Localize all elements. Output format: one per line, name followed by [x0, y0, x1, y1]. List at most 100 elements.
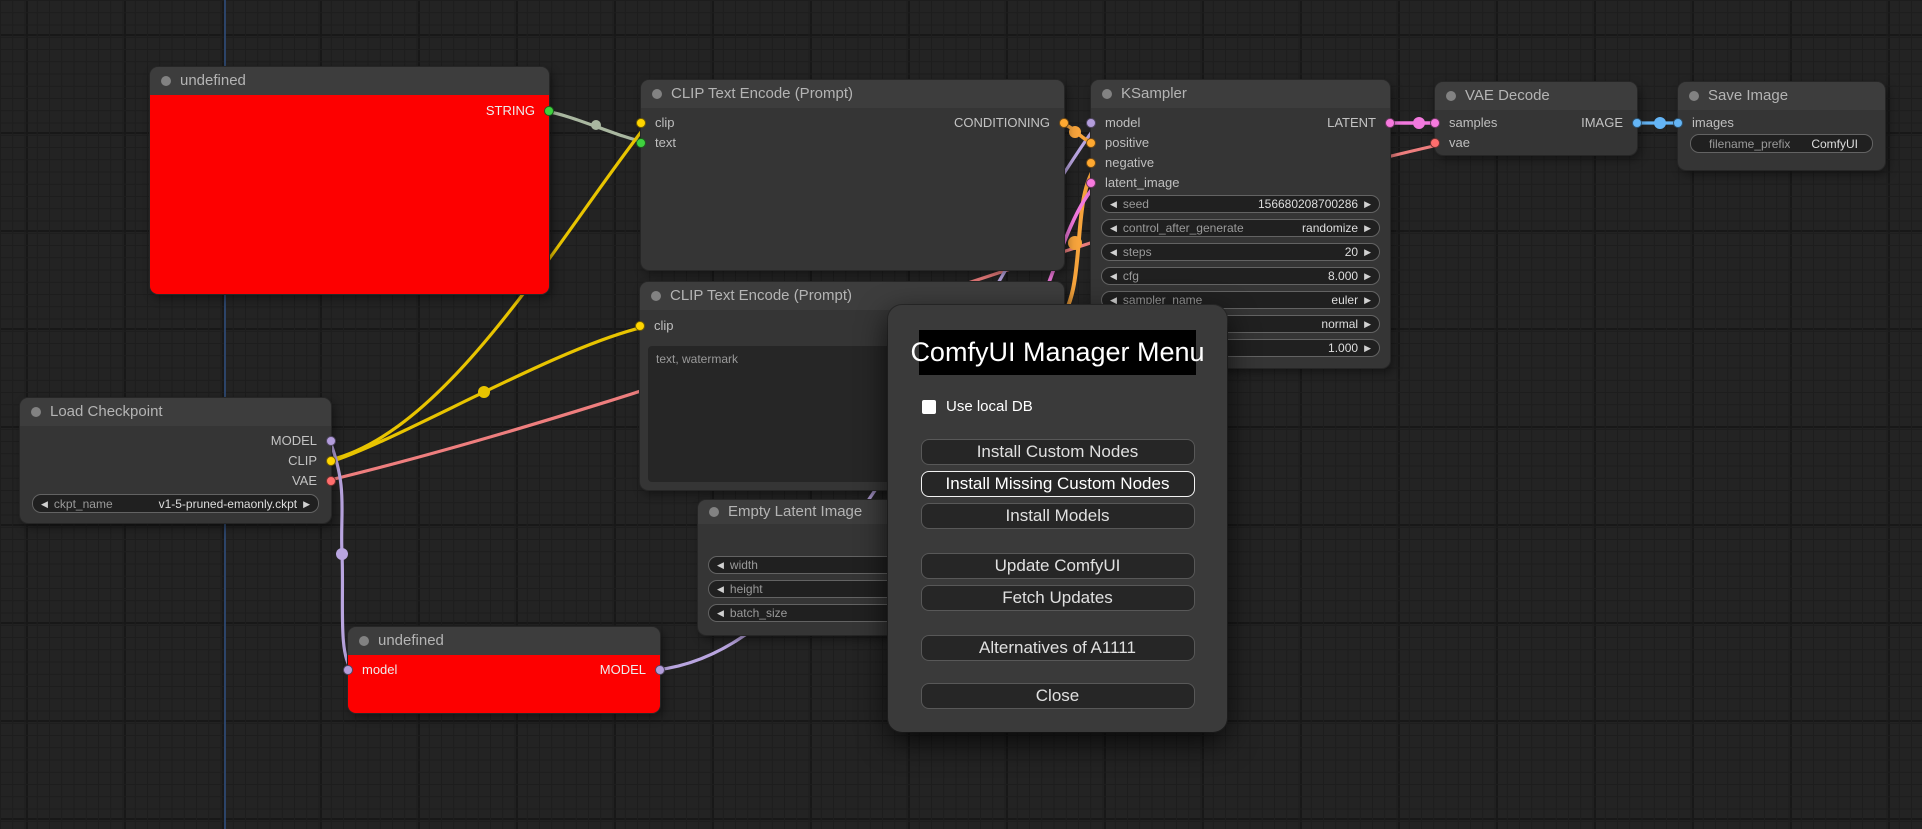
- clip-output-slot[interactable]: [326, 456, 336, 466]
- node-graph-canvas[interactable]: undefined STRING CLIP Text Encode (Promp…: [0, 0, 1922, 829]
- node-clip-text-encode-1[interactable]: CLIP Text Encode (Prompt) clip CONDITION…: [636, 80, 1069, 270]
- node-title: Save Image: [1708, 87, 1789, 104]
- widget-label: cfg: [1122, 269, 1139, 283]
- widget-label: height: [729, 582, 763, 596]
- control-after-generate-widget[interactable]: ◀ control_after_generate randomize ▶: [1101, 219, 1380, 237]
- input-label: model: [362, 662, 398, 677]
- decrement-arrow-icon[interactable]: ◀: [1110, 196, 1117, 212]
- decrement-arrow-icon[interactable]: ◀: [41, 496, 48, 512]
- increment-arrow-icon[interactable]: ▶: [1364, 196, 1371, 212]
- update-comfyui-button[interactable]: Update ComfyUI: [920, 553, 1195, 579]
- node-vae-decode[interactable]: VAE Decode samples IMAGE vae: [1430, 82, 1642, 155]
- increment-arrow-icon[interactable]: ▶: [1364, 340, 1371, 356]
- decrement-arrow-icon[interactable]: ◀: [1110, 268, 1117, 284]
- increment-arrow-icon[interactable]: ▶: [1364, 220, 1371, 236]
- link-midpoint-dot: [478, 386, 490, 398]
- decrement-arrow-icon[interactable]: ◀: [717, 605, 724, 621]
- link-midpoint-dot: [591, 120, 601, 130]
- vae-output-slot[interactable]: [326, 476, 336, 486]
- output-label: STRING: [485, 103, 535, 118]
- positive-input-slot[interactable]: [1086, 138, 1096, 148]
- model-input-slot[interactable]: [1086, 118, 1096, 128]
- text-input-slot[interactable]: [636, 138, 646, 148]
- link-midpoint-dot: [1413, 117, 1425, 129]
- output-label: LATENT: [1327, 115, 1376, 130]
- collapse-dot-icon[interactable]: [652, 89, 662, 99]
- increment-arrow-icon[interactable]: ▶: [1364, 244, 1371, 260]
- latent-image-input-slot[interactable]: [1086, 178, 1096, 188]
- clip-input-slot[interactable]: [636, 118, 646, 128]
- slot-row: clip CONDITIONING: [636, 113, 1069, 133]
- install-missing-custom-nodes-button[interactable]: Install Missing Custom Nodes: [920, 471, 1195, 497]
- latent-output-slot[interactable]: [1385, 118, 1395, 128]
- steps-widget[interactable]: ◀ steps 20 ▶: [1101, 243, 1380, 261]
- widget-label: control_after_generate: [1122, 221, 1244, 235]
- node-model-undefined[interactable]: undefined model MODEL: [343, 627, 665, 713]
- slot-row: text: [636, 133, 1064, 153]
- widget-value: 20: [1344, 245, 1359, 259]
- widget-value: normal: [1321, 317, 1359, 331]
- increment-arrow-icon[interactable]: ▶: [1364, 292, 1371, 308]
- fetch-updates-button[interactable]: Fetch Updates: [920, 585, 1195, 611]
- string-output-slot[interactable]: [544, 106, 554, 116]
- conditioning-output-slot[interactable]: [1059, 118, 1069, 128]
- seed-widget[interactable]: ◀ seed 156680208700286 ▶: [1101, 195, 1380, 213]
- node-save-image[interactable]: Save Image images filename_prefix ComfyU…: [1673, 82, 1885, 170]
- collapse-dot-icon[interactable]: [1689, 91, 1699, 101]
- decrement-arrow-icon[interactable]: ◀: [717, 581, 724, 597]
- increment-arrow-icon[interactable]: ▶: [1364, 316, 1371, 332]
- increment-arrow-icon[interactable]: ▶: [303, 496, 310, 512]
- use-local-db-row: Use local DB: [922, 398, 1227, 415]
- input-label: model: [1105, 115, 1141, 130]
- node-string-undefined[interactable]: undefined STRING: [150, 67, 554, 294]
- image-output-slot[interactable]: [1632, 118, 1642, 128]
- model-output-slot[interactable]: [326, 436, 336, 446]
- images-input-slot[interactable]: [1673, 118, 1683, 128]
- collapse-dot-icon[interactable]: [1446, 91, 1456, 101]
- model-output-slot[interactable]: [655, 665, 665, 675]
- input-label: images: [1692, 115, 1734, 130]
- filename-prefix-widget[interactable]: filename_prefix ComfyUI: [1690, 134, 1873, 153]
- alternatives-of-a1111-button[interactable]: Alternatives of A1111: [920, 635, 1195, 661]
- vae-input-slot[interactable]: [1430, 138, 1440, 148]
- install-models-button[interactable]: Install Models: [920, 503, 1195, 529]
- node-title-bar[interactable]: VAE Decode: [1435, 82, 1637, 110]
- output-label: VAE: [291, 473, 317, 488]
- link-midpoint-dot: [1654, 117, 1666, 129]
- negative-input-slot[interactable]: [1086, 158, 1096, 168]
- samples-input-slot[interactable]: [1430, 118, 1440, 128]
- ckpt-name-widget[interactable]: ◀ ckpt_name v1-5-pruned-emaonly.ckpt ▶: [32, 494, 319, 513]
- clip-input-slot[interactable]: [635, 321, 645, 331]
- node-title-bar[interactable]: undefined: [348, 627, 660, 655]
- collapse-dot-icon[interactable]: [1102, 89, 1112, 99]
- node-title-bar[interactable]: undefined: [150, 67, 549, 95]
- close-button[interactable]: Close: [920, 683, 1195, 709]
- node-title-bar[interactable]: CLIP Text Encode (Prompt): [641, 80, 1064, 108]
- collapse-dot-icon[interactable]: [161, 76, 171, 86]
- collapse-dot-icon[interactable]: [359, 636, 369, 646]
- node-title-bar[interactable]: Load Checkpoint: [20, 398, 331, 426]
- input-label: clip: [655, 115, 675, 130]
- increment-arrow-icon[interactable]: ▶: [1364, 268, 1371, 284]
- use-local-db-checkbox[interactable]: [922, 399, 936, 414]
- widget-label: ckpt_name: [53, 496, 113, 511]
- slot-row: images: [1673, 113, 1885, 133]
- cfg-widget[interactable]: ◀ cfg 8.000 ▶: [1101, 267, 1380, 285]
- decrement-arrow-icon[interactable]: ◀: [717, 557, 724, 573]
- collapse-dot-icon[interactable]: [709, 507, 719, 517]
- collapse-dot-icon[interactable]: [651, 291, 661, 301]
- install-custom-nodes-button[interactable]: Install Custom Nodes: [920, 439, 1195, 465]
- node-load-checkpoint[interactable]: Load Checkpoint MODEL CLIP VAE ◀ ckpt_na…: [20, 398, 336, 523]
- widget-value: 156680208700286: [1257, 197, 1359, 211]
- decrement-arrow-icon[interactable]: ◀: [1110, 220, 1117, 236]
- decrement-arrow-icon[interactable]: ◀: [1110, 244, 1117, 260]
- node-title-bar[interactable]: Save Image: [1678, 82, 1885, 110]
- node-title: undefined: [378, 632, 444, 649]
- link-midpoint-dot: [1069, 126, 1081, 138]
- slot-row: samples IMAGE: [1430, 113, 1642, 133]
- model-input-slot[interactable]: [343, 665, 353, 675]
- node-title-bar[interactable]: KSampler: [1091, 80, 1390, 108]
- widget-value: v1-5-pruned-emaonly.ckpt: [158, 496, 298, 511]
- collapse-dot-icon[interactable]: [31, 407, 41, 417]
- widget-value: 1.000: [1328, 341, 1359, 355]
